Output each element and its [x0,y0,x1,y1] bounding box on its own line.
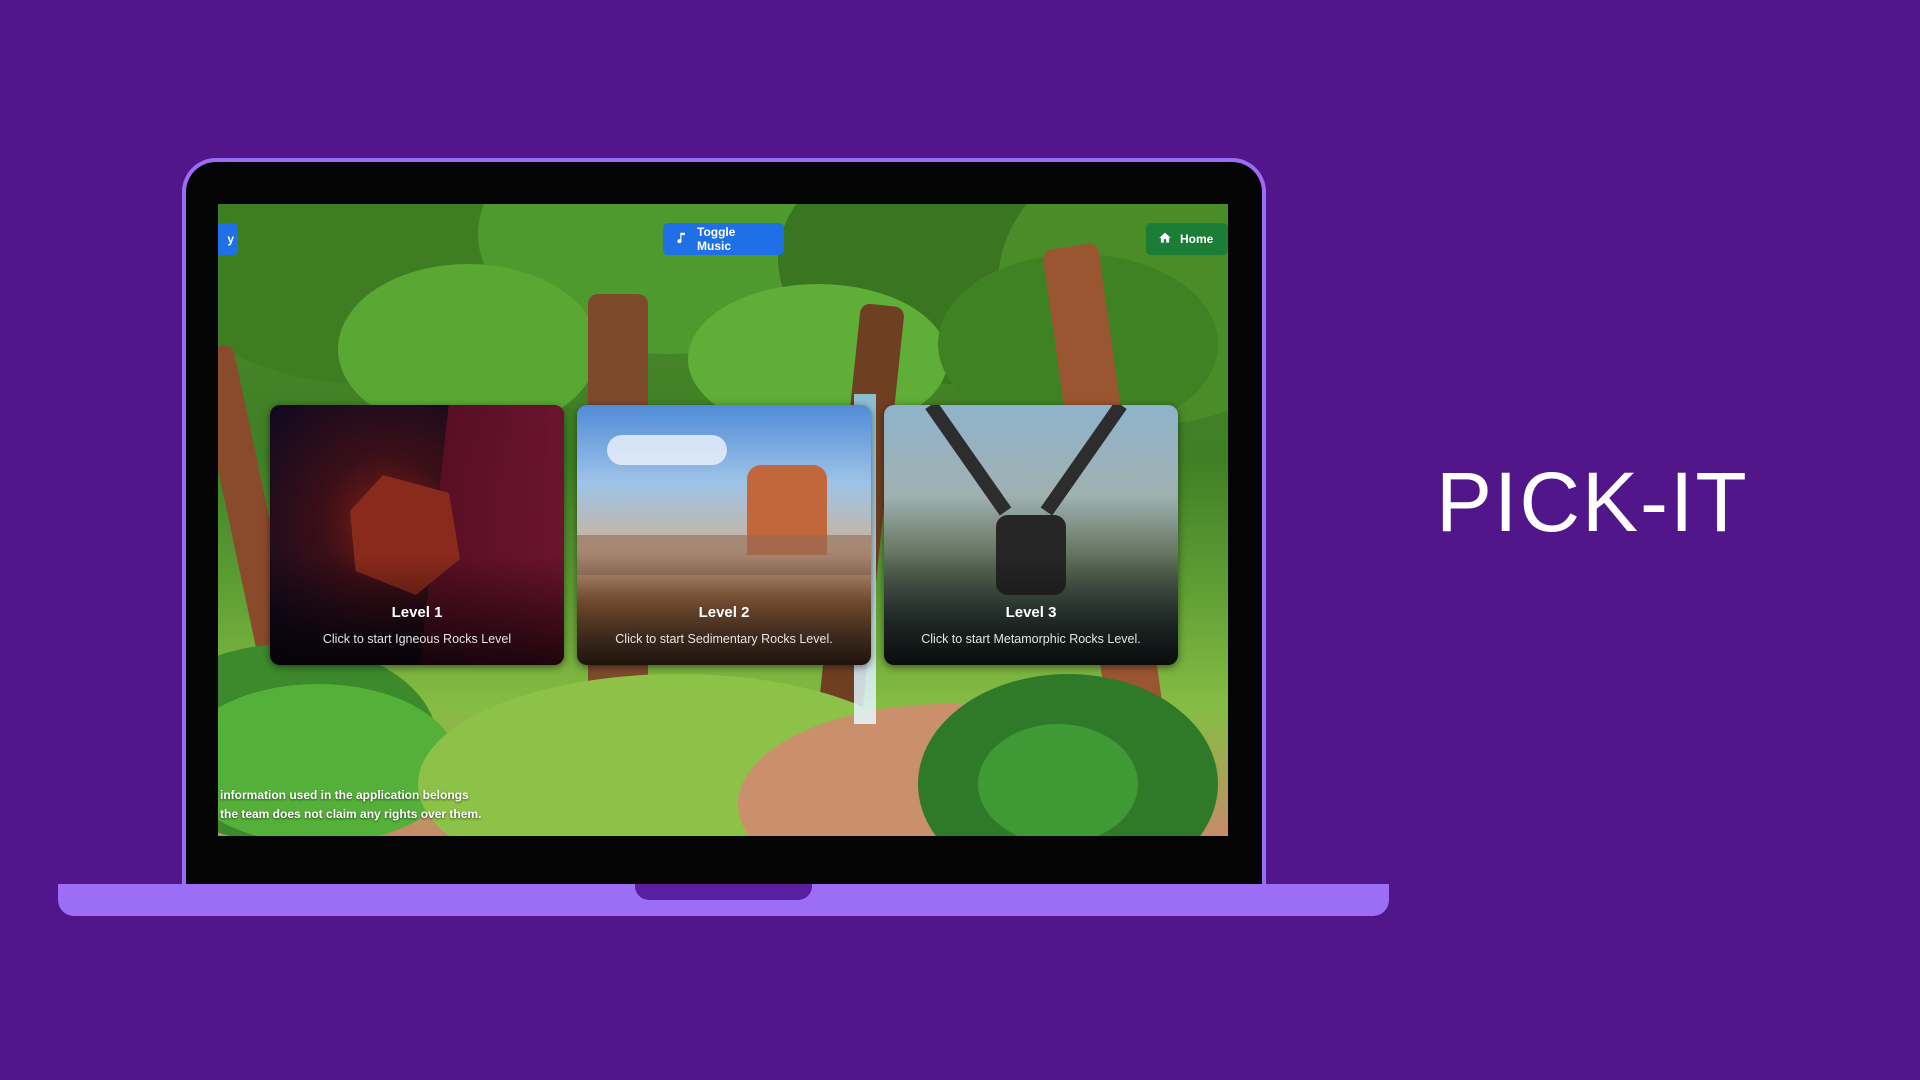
home-label: Home [1180,232,1214,246]
disclaimer-line-1: information used in the application belo… [220,788,469,802]
level-2-description: Click to start Sedimentary Rocks Level. [615,632,833,646]
level-1-description: Click to start Igneous Rocks Level [322,632,512,646]
laptop-notch [635,884,812,900]
level-3-description: Click to start Metamorphic Rocks Level. [921,632,1141,646]
level-card-1[interactable]: Level 1 Click to start Igneous Rocks Lev… [270,405,564,665]
app-screen: y Toggle Music Home Level 1 Click to sta… [218,204,1228,836]
level-card-2[interactable]: Level 2 Click to start Sedimentary Rocks… [577,405,871,665]
back-button[interactable]: y [218,223,238,255]
promo-stage: y Toggle Music Home Level 1 Click to sta… [0,0,1920,1080]
level-1-title: Level 1 [391,604,443,621]
brand-title: PICK-IT [1436,455,1749,549]
toggle-music-label: Toggle Music [697,225,736,253]
home-icon [1158,231,1172,248]
level-3-title: Level 3 [1005,604,1057,621]
disclaimer-text: information used in the application belo… [220,786,481,824]
music-note-icon [675,231,689,248]
back-button-label: y [227,232,234,246]
toggle-music-button[interactable]: Toggle Music [663,223,784,255]
level-card-3[interactable]: Level 3 Click to start Metamorphic Rocks… [884,405,1178,665]
level-2-title: Level 2 [698,604,750,621]
disclaimer-line-2: the team does not claim any rights over … [220,807,482,821]
home-button[interactable]: Home [1146,223,1228,255]
